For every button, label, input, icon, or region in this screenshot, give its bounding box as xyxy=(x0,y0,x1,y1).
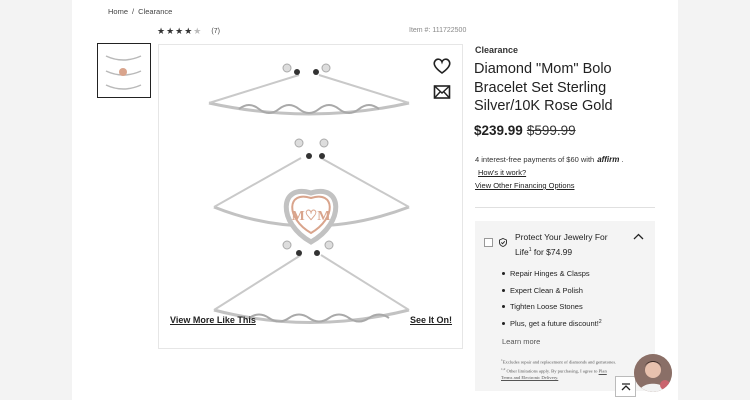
shield-icon xyxy=(499,238,507,249)
how-it-works-link[interactable]: How's it work? xyxy=(478,168,526,177)
protection-title-price: for $74.99 xyxy=(531,246,573,257)
protection-plan-panel: Protect Your Jewelry For Life1 for $74.9… xyxy=(475,221,655,391)
original-price: $599.99 xyxy=(526,123,576,138)
fine-print-part-a: Excludes repair and replacement of diamo… xyxy=(502,359,617,365)
breadcrumb-home[interactable]: Home xyxy=(108,7,128,16)
protection-plan-checkbox[interactable] xyxy=(484,238,493,247)
chevron-up-icon[interactable] xyxy=(633,231,644,243)
financing-end: . xyxy=(621,155,624,164)
see-it-on-link[interactable]: See It On! xyxy=(410,315,452,325)
divider xyxy=(475,207,655,208)
current-price: $239.99 xyxy=(474,123,523,138)
rating[interactable]: ★★★★★ (7) xyxy=(157,26,220,37)
star-icon: ★★★★ xyxy=(157,26,194,36)
protection-plan-title: Protect Your Jewelry For Life1 for $74.9… xyxy=(515,231,625,258)
review-count[interactable]: (7) xyxy=(211,28,220,35)
view-more-like-this-link[interactable]: View More Like This xyxy=(170,315,256,325)
fine-print-part-b: Other limitations apply. By purchasing, … xyxy=(505,368,599,374)
bullet-icon xyxy=(502,305,505,308)
price-row: $239.99 $599.99 xyxy=(474,123,576,138)
benefit-label: Repair Hinges & Clasps xyxy=(510,269,590,278)
product-title: Diamond "Mom" Bolo Bracelet Set Sterling… xyxy=(474,61,613,114)
chat-avatar-icon[interactable] xyxy=(634,354,672,392)
financing-options-link[interactable]: View Other Financing Options xyxy=(475,181,575,190)
affirm-logo: affirm xyxy=(597,155,620,164)
mail-icon[interactable] xyxy=(433,84,451,100)
list-item: Plus, get a future discount! 2 xyxy=(502,319,602,336)
bullet-icon xyxy=(502,288,505,292)
breadcrumb: Home / Clearance xyxy=(108,7,172,16)
breadcrumb-separator: / xyxy=(132,7,135,16)
rating-stars: ★★★★★ xyxy=(157,26,202,37)
bullet-icon xyxy=(502,321,505,325)
svg-text:M♡M: M♡M xyxy=(292,209,331,224)
benefit-sup: 2 xyxy=(598,318,602,325)
list-item: Repair Hinges & Clasps xyxy=(502,269,602,286)
list-item: Tighten Loose Stones xyxy=(502,302,602,319)
list-item: Expert Clean & Polish xyxy=(502,286,602,303)
item-number: Item #: 111722500 xyxy=(409,27,467,34)
category-label[interactable]: Clearance xyxy=(475,45,518,55)
bullet-icon xyxy=(502,272,505,275)
thumbnail-image[interactable] xyxy=(97,43,151,98)
fine-print: 1Excludes repair and replacement of diam… xyxy=(501,357,619,382)
half-star-icon: ★ xyxy=(193,26,203,36)
thumbnail-bracelets-icon xyxy=(105,55,142,90)
bracelet-set-image: M♡M xyxy=(208,63,410,324)
financing-description: 4 interest-free payments of $60 with xyxy=(475,155,595,164)
financing-text: 4 interest-free payments of $60 with affi… xyxy=(475,155,623,164)
benefit-list: Repair Hinges & Clasps Expert Clean & Po… xyxy=(502,269,602,335)
arrow-up-icon[interactable] xyxy=(615,376,636,397)
benefit-label: Expert Clean & Polish xyxy=(510,285,583,295)
breadcrumb-current[interactable]: Clearance xyxy=(138,7,172,16)
heart-icon[interactable] xyxy=(432,56,452,76)
benefit-label: Tighten Loose Stones xyxy=(510,302,583,311)
learn-more-link[interactable]: Learn more xyxy=(502,337,540,346)
benefit-label: Plus, get a future discount! xyxy=(510,318,599,328)
main-product-image[interactable]: M♡M View More Like This See It On! xyxy=(158,44,463,349)
